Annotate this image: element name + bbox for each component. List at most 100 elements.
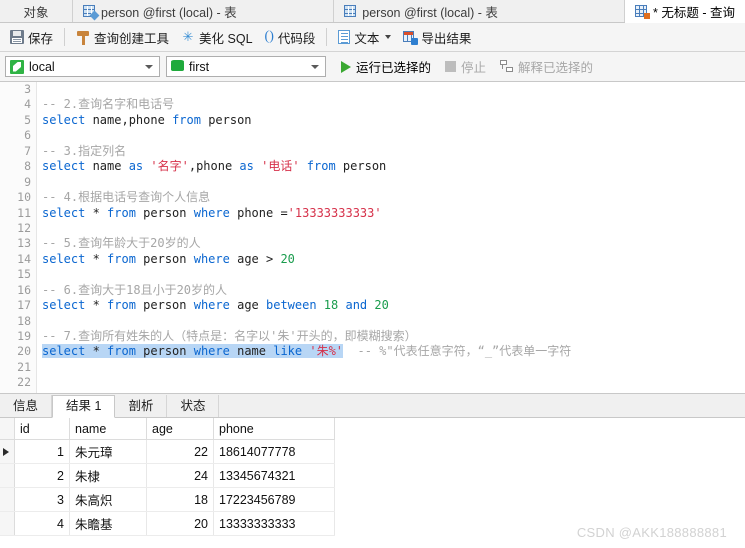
export-result-button[interactable]: 导出结果 bbox=[397, 26, 477, 49]
code-line[interactable]: -- 7.查询所有姓朱的人（特点是：名字以'朱'开头的，即模糊搜索） bbox=[42, 329, 745, 344]
result-tab-0[interactable]: 信息 bbox=[0, 395, 53, 417]
code-line[interactable] bbox=[42, 82, 745, 97]
cell-phone[interactable]: 17223456789 bbox=[213, 487, 335, 512]
code-line[interactable]: select name as '名字',phone as '电话' from p… bbox=[42, 159, 745, 174]
cell-id[interactable]: 3 bbox=[14, 487, 70, 512]
save-button[interactable]: 保存 bbox=[4, 26, 59, 49]
cell-name[interactable]: 朱高炽 bbox=[69, 487, 147, 512]
code-token: -- 4.根据电话号查询个人信息 bbox=[42, 190, 211, 205]
database-select[interactable]: first bbox=[166, 56, 326, 77]
code-line[interactable] bbox=[42, 314, 745, 329]
line-number: 21 bbox=[17, 359, 31, 374]
code-token: name bbox=[237, 344, 274, 359]
code-token: '名字' bbox=[150, 159, 189, 174]
tab-person-table-1[interactable]: person @first (local) - 表 bbox=[73, 0, 335, 22]
code-token: person bbox=[342, 159, 387, 174]
table-row[interactable]: 1 朱元璋 22 18614077778 bbox=[0, 439, 335, 464]
cell-name[interactable]: 朱元璋 bbox=[69, 439, 147, 464]
line-number: 18 bbox=[17, 313, 31, 328]
row-marker-cell[interactable] bbox=[0, 439, 15, 464]
tab-objects[interactable]: 对象 bbox=[0, 0, 73, 22]
cell-phone[interactable]: 18614077778 bbox=[213, 439, 335, 464]
table-row[interactable]: 4 朱瞻基 20 13333333333 bbox=[0, 511, 335, 536]
code-token: '13333333333' bbox=[287, 205, 382, 220]
run-selected-button[interactable]: 运行已选择的 bbox=[334, 55, 438, 78]
code-line[interactable] bbox=[42, 175, 745, 190]
cell-id[interactable]: 4 bbox=[14, 511, 70, 536]
code-line[interactable]: -- 3.指定列名 bbox=[42, 144, 745, 159]
code-token: select bbox=[42, 159, 93, 174]
connection-select[interactable]: local bbox=[5, 56, 160, 77]
code-token: where bbox=[193, 344, 238, 359]
row-marker-cell[interactable] bbox=[0, 511, 15, 536]
result-tab-1[interactable]: 结果 1 bbox=[52, 395, 116, 418]
line-number: 8 bbox=[24, 159, 31, 174]
query-builder-button[interactable]: 查询创建工具 bbox=[70, 26, 175, 49]
code-line[interactable]: select * from person where age > 20 bbox=[42, 252, 745, 267]
chevron-down-icon[interactable] bbox=[385, 35, 392, 39]
code-line[interactable]: select * from person where phone ='13333… bbox=[42, 206, 745, 221]
code-token: select bbox=[42, 251, 93, 266]
row-marker-cell[interactable] bbox=[0, 463, 15, 488]
toolbar-divider-2 bbox=[326, 28, 328, 46]
cell-name[interactable]: 朱棣 bbox=[69, 463, 147, 488]
cell-id[interactable]: 1 bbox=[14, 439, 70, 464]
line-number: 12 bbox=[17, 220, 31, 235]
beautify-sql-button[interactable]: ✳ 美化 SQL bbox=[175, 26, 259, 49]
code-line[interactable]: select name,phone from person bbox=[42, 113, 745, 128]
cell-phone[interactable]: 13333333333 bbox=[213, 511, 335, 536]
code-token: '朱%' bbox=[309, 344, 344, 359]
line-number: 13 bbox=[17, 236, 31, 251]
code-token: from bbox=[172, 112, 209, 127]
code-line[interactable] bbox=[42, 128, 745, 143]
export-icon bbox=[403, 30, 419, 45]
result-grid-container[interactable]: id name age phone 1 朱元璋 22 18614077778 2 朱棣 24… bbox=[0, 418, 745, 536]
code-token: person bbox=[143, 251, 194, 266]
query-builder-icon bbox=[76, 30, 90, 45]
tab-person-table-2[interactable]: person @first (local) - 表 bbox=[334, 0, 626, 22]
code-token: person bbox=[208, 112, 252, 127]
code-snippet-button[interactable]: () 代码段 bbox=[259, 26, 322, 49]
cell-age[interactable]: 22 bbox=[146, 439, 214, 464]
code-token: select bbox=[42, 205, 93, 220]
code-line[interactable]: -- 2.查询名字和电话号 bbox=[42, 97, 745, 112]
code-token: phone = bbox=[237, 205, 288, 220]
code-token: from bbox=[107, 251, 144, 266]
code-line[interactable]: -- 5.查询年龄大于20岁的人 bbox=[42, 236, 745, 251]
tab-person-table-1-label: person @first (local) - 表 bbox=[101, 5, 237, 20]
code-line[interactable] bbox=[42, 375, 745, 390]
result-tab-3[interactable]: 状态 bbox=[167, 395, 220, 417]
cell-age[interactable]: 18 bbox=[146, 487, 214, 512]
column-header-name[interactable]: name bbox=[69, 418, 147, 440]
cell-age[interactable]: 20 bbox=[146, 511, 214, 536]
code-token: * bbox=[92, 205, 108, 220]
cell-name[interactable]: 朱瞻基 bbox=[69, 511, 147, 536]
chevron-down-icon[interactable] bbox=[145, 64, 153, 69]
code-line[interactable]: select * from person where name like '朱%… bbox=[42, 344, 745, 359]
line-number: 5 bbox=[24, 112, 31, 127]
explain-selected-button[interactable]: 解释已选择的 bbox=[493, 55, 600, 78]
result-grid-body: 1 朱元璋 22 18614077778 2 朱棣 24 13345674321 3 朱高炽 18 1… bbox=[0, 439, 335, 536]
code-token: person bbox=[143, 205, 194, 220]
tab-untitled-query[interactable]: * 无标题 - 查询 bbox=[625, 0, 745, 23]
cell-phone[interactable]: 13345674321 bbox=[213, 463, 335, 488]
code-line[interactable]: -- 4.根据电话号查询个人信息 bbox=[42, 190, 745, 205]
cell-age[interactable]: 24 bbox=[146, 463, 214, 488]
row-marker-cell[interactable] bbox=[0, 487, 15, 512]
chevron-down-icon[interactable] bbox=[311, 64, 319, 69]
column-header-phone[interactable]: phone bbox=[213, 418, 335, 440]
column-header-age[interactable]: age bbox=[146, 418, 214, 440]
cell-id[interactable]: 2 bbox=[14, 463, 70, 488]
text-mode-button[interactable]: 文本 bbox=[332, 26, 397, 49]
result-tab-2[interactable]: 剖析 bbox=[115, 395, 168, 417]
code-line[interactable] bbox=[42, 360, 745, 375]
code-line[interactable] bbox=[42, 221, 745, 236]
code-line[interactable] bbox=[42, 267, 745, 282]
table-row[interactable]: 2 朱棣 24 13345674321 bbox=[0, 463, 335, 488]
code-line[interactable]: select * from person where age between 1… bbox=[42, 298, 745, 313]
code-line[interactable]: -- 6.查询大于18且小于20岁的人 bbox=[42, 283, 745, 298]
column-header-id[interactable]: id bbox=[14, 418, 70, 440]
sql-editor[interactable]: 3 4 5 6 7 8 9 10 11 12 13 14 15 16 17 18 19 20 21 22 -- 2.查… bbox=[0, 82, 745, 394]
table-row[interactable]: 3 朱高炽 18 17223456789 bbox=[0, 487, 335, 512]
sql-code-area[interactable]: -- 2.查询名字和电话号 select name,phone from pers… bbox=[37, 82, 745, 393]
